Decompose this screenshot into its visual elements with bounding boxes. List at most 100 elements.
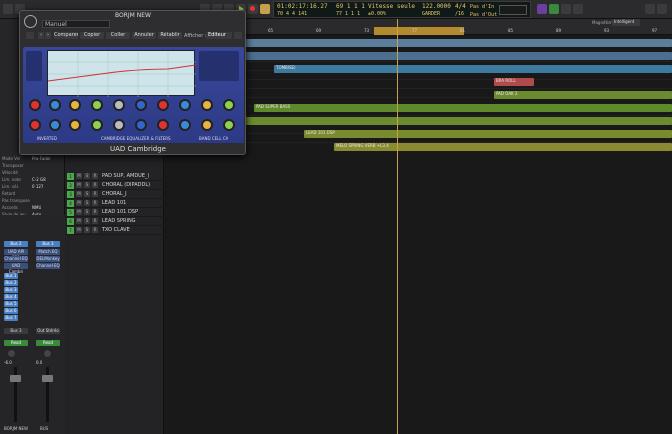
mute-button[interactable]: M xyxy=(76,209,82,215)
eq-knob[interactable] xyxy=(29,99,41,111)
next-preset-icon[interactable]: › xyxy=(45,32,51,39)
eq-knob[interactable] xyxy=(201,99,213,111)
eq-knob[interactable] xyxy=(201,119,213,131)
eq-knob[interactable] xyxy=(49,119,61,131)
mute-button[interactable]: M xyxy=(76,191,82,197)
pan-knob[interactable] xyxy=(43,349,52,358)
plugin-menu-button[interactable]: Rétablir xyxy=(158,32,182,39)
eq-knob[interactable] xyxy=(179,99,191,111)
snap-dropdown[interactable]: Intelligent xyxy=(612,19,640,26)
plugin-slot[interactable]: UAD Cambri xyxy=(4,263,28,274)
count-in-icon[interactable] xyxy=(561,4,571,14)
eq-knob[interactable] xyxy=(135,99,147,111)
automation-mode[interactable]: Read xyxy=(36,340,60,346)
playhead[interactable] xyxy=(397,19,398,434)
prev-preset-icon[interactable]: ‹ xyxy=(38,32,44,39)
loop-browser-icon[interactable] xyxy=(657,4,667,14)
record-enable-button[interactable]: R xyxy=(92,173,98,179)
record-enable-button[interactable]: R xyxy=(92,182,98,188)
record-enable-button[interactable]: R xyxy=(92,191,98,197)
region[interactable]: PAD SUPER BASS xyxy=(254,104,672,112)
metronome-icon[interactable] xyxy=(549,4,559,14)
chain-link-icon[interactable] xyxy=(234,32,242,39)
send-slot[interactable]: Bus 5 xyxy=(4,301,18,307)
track-header[interactable]: 3 M S R CHORAL_J xyxy=(65,190,164,199)
region[interactable]: MELO SPRING VERB +L3.4 xyxy=(334,143,672,151)
eq-knob[interactable] xyxy=(49,99,61,111)
send-slot[interactable]: Bus 4 xyxy=(4,294,18,300)
send-slot[interactable]: Bus 2 xyxy=(4,280,18,286)
volume-icon[interactable] xyxy=(573,4,583,14)
eq-knob[interactable] xyxy=(91,99,103,111)
solo-button[interactable]: S xyxy=(84,218,90,224)
solo-button[interactable]: S xyxy=(84,173,90,179)
input-slot[interactable]: Bus 3 xyxy=(36,241,60,247)
cycle-icon[interactable] xyxy=(260,4,270,14)
record-icon[interactable] xyxy=(248,4,258,14)
plugin-slot[interactable]: Channel EQ xyxy=(4,256,28,262)
eq-knob[interactable] xyxy=(223,99,235,111)
view-dropdown[interactable]: Éditeur xyxy=(206,32,232,39)
mute-button[interactable]: M xyxy=(76,173,82,179)
plugin-slot[interactable]: UAD API 550 xyxy=(4,249,28,260)
plugin-slot[interactable]: DELMonkey xyxy=(36,256,60,262)
volume-fader[interactable] xyxy=(10,375,21,382)
inspector-value[interactable]: NMU xyxy=(32,205,41,210)
eq-knob[interactable] xyxy=(69,99,81,111)
preset-menu[interactable]: Manuel xyxy=(42,20,110,28)
solo-button[interactable]: S xyxy=(84,191,90,197)
inspector-value[interactable]: C-2 G8 xyxy=(32,177,46,182)
track-header[interactable]: 1 M S R PAD SUP, AMDUE_) xyxy=(65,172,164,181)
region[interactable]: LEAD 101 DSP xyxy=(304,130,672,138)
send-slot[interactable]: Bus 7 xyxy=(4,315,18,321)
plugin-menu-button[interactable]: Copier xyxy=(80,32,104,39)
link-icon[interactable] xyxy=(26,32,34,39)
record-enable-button[interactable]: R xyxy=(92,227,98,233)
inspector-value[interactable]: Pro-Fader xyxy=(32,156,51,161)
send-slot[interactable]: Bus 1 xyxy=(4,273,18,279)
lcd-display[interactable]: 01:02:17:16.27 70 4 4 141 69 1 1 1 77 1 … xyxy=(273,1,531,18)
inspector-value[interactable]: 0 127 xyxy=(32,184,43,189)
tuner-icon[interactable] xyxy=(537,4,547,14)
plugin-slot[interactable]: Match EQ xyxy=(36,249,60,255)
plugin-menu-button[interactable]: Annuler xyxy=(132,32,156,39)
output-slot[interactable]: Out Stéréo xyxy=(36,328,60,334)
eq-knob[interactable] xyxy=(113,99,125,111)
mute-button[interactable]: M xyxy=(76,227,82,233)
record-enable-button[interactable]: R xyxy=(92,209,98,215)
send-slot[interactable]: Bus 3 xyxy=(4,287,18,293)
plugin-slot[interactable]: Channel EQ xyxy=(36,263,60,269)
record-enable-button[interactable]: R xyxy=(92,218,98,224)
track-header[interactable]: 6 M S R LEAD SPRING xyxy=(65,217,164,226)
solo-button[interactable]: S xyxy=(84,182,90,188)
region[interactable]: PAD OAK 2 xyxy=(494,91,672,99)
solo-button[interactable]: S xyxy=(84,227,90,233)
eq-knob[interactable] xyxy=(223,119,235,131)
mute-button[interactable]: M xyxy=(76,200,82,206)
library-icon[interactable] xyxy=(3,4,13,14)
power-icon[interactable] xyxy=(24,15,37,28)
plugin-menu-button[interactable]: Coller xyxy=(106,32,130,39)
track-header[interactable]: 5 M S R LEAD 101 DSP xyxy=(65,208,164,217)
eq-graph[interactable] xyxy=(47,50,197,97)
eq-knob[interactable] xyxy=(135,119,147,131)
output-slot[interactable]: Bus 3 xyxy=(4,328,28,334)
input-slot[interactable]: Bus 2 xyxy=(4,241,28,247)
send-slot[interactable]: Bus 6 xyxy=(4,308,18,314)
region[interactable]: LEAD 101 B xyxy=(184,117,672,125)
eq-knob[interactable] xyxy=(69,119,81,131)
eq-knob[interactable] xyxy=(179,119,191,131)
list-editors-icon[interactable] xyxy=(645,4,655,14)
eq-knob[interactable] xyxy=(29,119,41,131)
pan-knob[interactable] xyxy=(7,349,16,358)
eq-knob[interactable] xyxy=(157,119,169,131)
track-header[interactable]: 2 M S R CHORAL (DIPADDL) xyxy=(65,181,164,190)
cycle-region[interactable] xyxy=(374,27,464,35)
mute-button[interactable]: M xyxy=(76,182,82,188)
solo-button[interactable]: S xyxy=(84,209,90,215)
eq-knob[interactable] xyxy=(91,119,103,131)
region[interactable]: BRA ROLL xyxy=(494,78,534,86)
region[interactable]: TOMBISE) xyxy=(274,65,672,73)
volume-fader[interactable] xyxy=(42,375,53,382)
eq-knob[interactable] xyxy=(113,119,125,131)
